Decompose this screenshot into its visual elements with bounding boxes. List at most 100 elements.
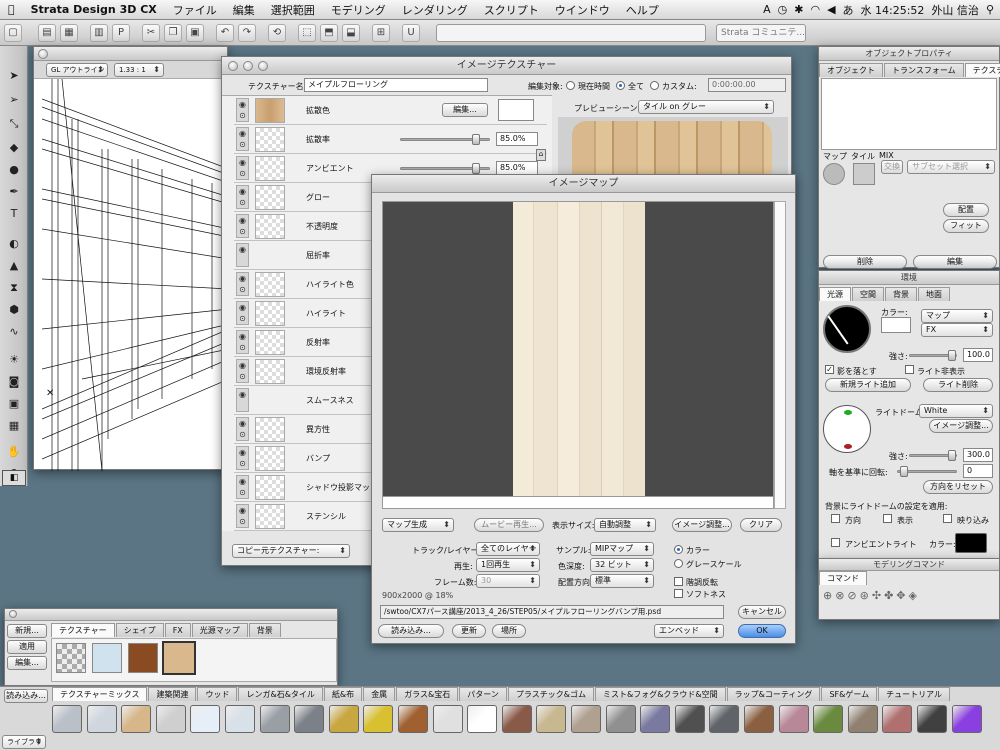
eye-icon[interactable]: ◉ ⊙: [236, 272, 249, 296]
lathe-tool-icon[interactable]: ◐: [5, 236, 23, 252]
copy-icon[interactable]: ❐: [164, 24, 182, 42]
cast-shadow-checkbox[interactable]: ✓: [825, 365, 834, 374]
extrude-tool-icon[interactable]: ▲: [5, 258, 23, 274]
library-texture-tile[interactable]: [363, 705, 394, 733]
library-texture-tile[interactable]: [259, 705, 290, 733]
ambient-color-well[interactable]: [955, 533, 987, 553]
diffuse-color-well[interactable]: [498, 99, 534, 121]
radio-color[interactable]: [674, 545, 683, 554]
library-texture-tile[interactable]: [536, 705, 567, 733]
library-texture-tile[interactable]: [155, 705, 186, 733]
image-map-preview[interactable]: [382, 201, 774, 497]
lib-tab[interactable]: 紙&布: [323, 687, 363, 701]
library-texture-tile[interactable]: [86, 705, 117, 733]
library-texture-tile[interactable]: [225, 705, 255, 733]
eye-icon[interactable]: ◉ ⊙: [236, 417, 249, 441]
ambient-value-field[interactable]: 85.0%: [496, 161, 538, 175]
radio-custom[interactable]: [650, 81, 659, 90]
eye-icon[interactable]: ◉ ⊙: [236, 504, 249, 528]
load-button[interactable]: 読み込み...: [378, 624, 444, 638]
invert-checkbox[interactable]: [674, 577, 683, 586]
clear-button[interactable]: クリア: [740, 518, 782, 532]
image-adjust-button[interactable]: イメージ調整...: [672, 518, 732, 532]
eye-icon[interactable]: ◉ ⊙: [236, 446, 249, 470]
channel-row[interactable]: ◉ ⊙ 拡散率 85.0%: [234, 125, 547, 154]
eye-icon[interactable]: ◉ ⊙: [236, 127, 249, 151]
eye-icon[interactable]: ◉ ⊙: [236, 185, 249, 209]
apply-mirror-checkbox[interactable]: [943, 514, 952, 523]
library-read-button[interactable]: 読み込み...: [4, 689, 48, 703]
library-texture-tile[interactable]: [190, 705, 221, 733]
channel-swatch[interactable]: [255, 127, 285, 152]
delete-button[interactable]: 削除: [823, 255, 907, 269]
menu-edit[interactable]: 編集: [225, 2, 263, 18]
hand-tool-icon[interactable]: ✋: [5, 444, 23, 460]
light-fx-select[interactable]: FX: [921, 323, 993, 337]
uv-icon[interactable]: U: [402, 24, 420, 42]
tab-texture[interactable]: テクスチャー: [964, 63, 1000, 77]
reset-direction-button[interactable]: 方向をリセット: [923, 480, 993, 494]
toolbar-field-left[interactable]: [436, 24, 706, 42]
ambient-slider[interactable]: [400, 163, 490, 174]
wifi-icon[interactable]: ◠: [810, 3, 820, 16]
menu-file[interactable]: ファイル: [165, 2, 225, 18]
lib-tab[interactable]: チュートリアル: [878, 687, 951, 701]
palette-close-icon[interactable]: [9, 610, 17, 618]
update-button[interactable]: 更新: [452, 624, 486, 638]
sample-select[interactable]: MIPマップ: [590, 542, 654, 556]
frame-icon[interactable]: ⬚: [298, 24, 316, 42]
lib-tab[interactable]: SF&ゲーム: [821, 687, 878, 701]
sphere-tool-icon[interactable]: ●: [5, 162, 23, 178]
apple-icon[interactable]: : [0, 3, 23, 16]
community-field[interactable]: Strata コミュニテ...: [716, 24, 806, 42]
command-icons[interactable]: ⊕⊗⊘⊛✣✤✥◈: [823, 589, 997, 602]
app-menu[interactable]: Strata Design 3D CX: [23, 3, 165, 16]
slider-knob[interactable]: [899, 466, 908, 477]
viewport-shading-select[interactable]: GL アウトライン: [46, 63, 108, 77]
res-new-button[interactable]: 新規...: [7, 624, 47, 638]
slider-knob[interactable]: [471, 134, 480, 145]
tile-icon[interactable]: [853, 163, 875, 185]
open-icon[interactable]: ▤: [38, 24, 56, 42]
tab-ground[interactable]: 地面: [918, 287, 950, 301]
undo-icon[interactable]: ↶: [216, 24, 234, 42]
light-strength-slider[interactable]: [909, 350, 957, 361]
embed-select[interactable]: エンベッド: [654, 624, 724, 638]
align-icon[interactable]: ⊞: [372, 24, 390, 42]
dome-strength-slider[interactable]: [909, 450, 957, 461]
light-strength-field[interactable]: 100.0: [963, 348, 993, 362]
radio-current-time[interactable]: [566, 81, 575, 90]
display-size-select[interactable]: 自動調整: [594, 518, 656, 532]
location-button[interactable]: 場所: [492, 624, 526, 638]
frames-select[interactable]: 30: [476, 574, 540, 588]
library-texture-tile[interactable]: [744, 705, 774, 733]
lib-tab[interactable]: レンガ&石&タイル: [238, 687, 323, 701]
light-map-select[interactable]: マップ: [921, 309, 993, 323]
eye-icon[interactable]: ◉ ⊙: [236, 214, 249, 238]
play-select[interactable]: 1回再生: [476, 558, 540, 572]
group-icon[interactable]: ⬒: [320, 24, 338, 42]
texture-thumb[interactable]: [92, 643, 122, 673]
subset-select[interactable]: サブセット選択: [907, 160, 995, 174]
text-tool-icon[interactable]: T: [5, 206, 23, 222]
res-edit-button[interactable]: 編集...: [7, 656, 47, 670]
library-texture-tile[interactable]: [847, 705, 878, 733]
axis-rotate-slider[interactable]: [897, 466, 957, 477]
ok-button[interactable]: OK: [738, 624, 786, 638]
cut-icon[interactable]: ✂: [142, 24, 160, 42]
delete-light-button[interactable]: ライト削除: [923, 378, 993, 392]
grid-tool-icon[interactable]: ▦: [5, 418, 23, 434]
library-texture-tile[interactable]: [121, 705, 152, 733]
library-texture-tile[interactable]: [709, 705, 740, 733]
user-name[interactable]: 外山 信治: [931, 2, 979, 18]
wireframe-view[interactable]: ✕: [42, 79, 229, 471]
tab-light[interactable]: 光源: [819, 287, 851, 301]
menu-help[interactable]: ヘルプ: [618, 2, 667, 18]
tab-object[interactable]: オブジェクト: [819, 63, 883, 77]
lock-icon[interactable]: ⌂: [536, 149, 546, 161]
render-tool-icon[interactable]: ▣: [5, 396, 23, 412]
channel-swatch[interactable]: [255, 185, 285, 210]
tab-space[interactable]: 空間: [852, 287, 884, 301]
ambient-light-checkbox[interactable]: [831, 538, 840, 547]
library-dropdown[interactable]: ライブラリ: [2, 735, 46, 749]
